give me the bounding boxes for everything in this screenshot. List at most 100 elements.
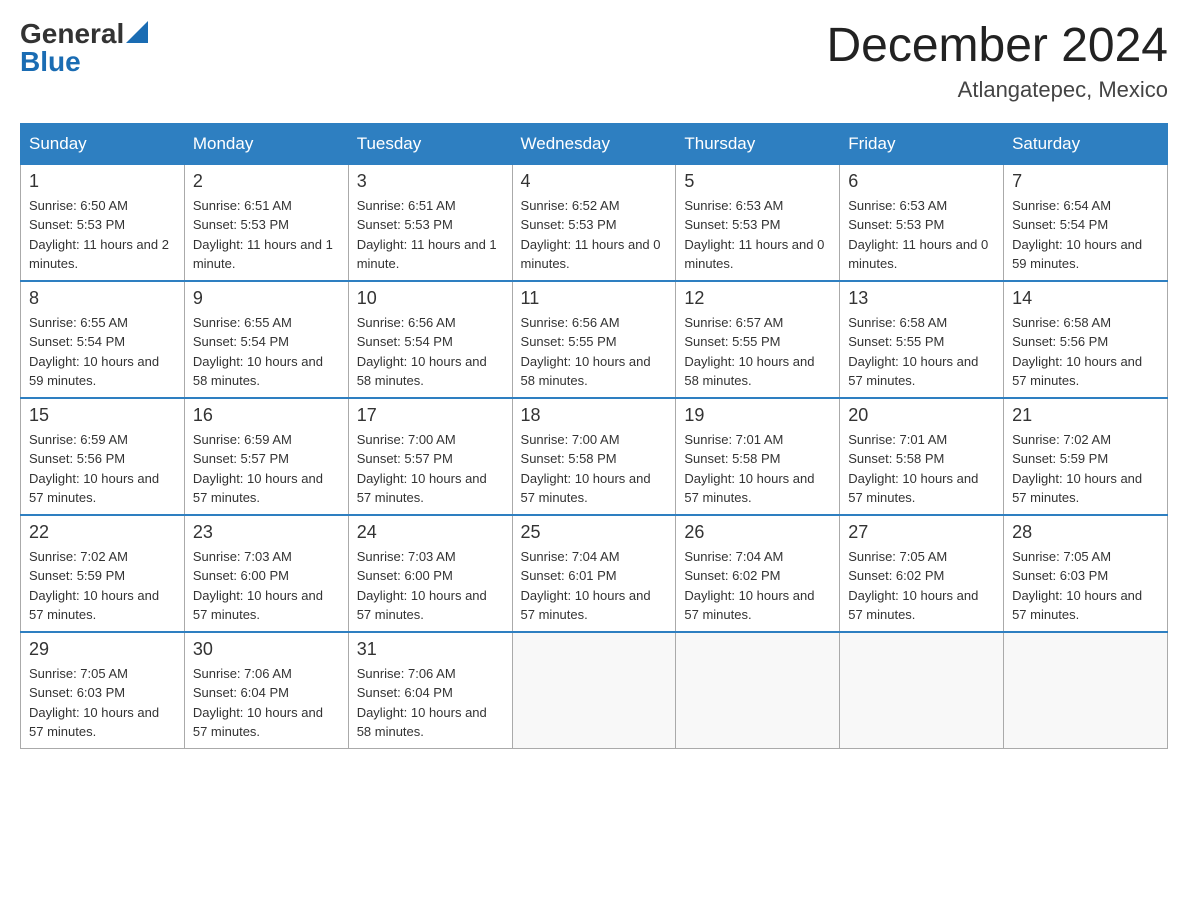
day-number: 19 [684,405,831,426]
calendar-cell: 4 Sunrise: 6:52 AMSunset: 5:53 PMDaylight… [512,164,676,281]
day-number: 28 [1012,522,1159,543]
day-number: 7 [1012,171,1159,192]
day-info: Sunrise: 6:58 AMSunset: 5:56 PMDaylight:… [1012,313,1159,391]
calendar-cell: 12 Sunrise: 6:57 AMSunset: 5:55 PMDayligh… [676,281,840,398]
calendar-cell: 29Sunrise: 7:05 AMSunset: 6:03 PMDayligh… [21,632,185,749]
day-number: 23 [193,522,340,543]
logo-blue: Blue [20,46,81,77]
day-info: Sunrise: 7:06 AMSunset: 6:04 PMDaylight:… [193,664,340,742]
day-info: Sunrise: 7:01 AMSunset: 5:58 PMDaylight:… [848,430,995,508]
calendar-cell: 3 Sunrise: 6:51 AMSunset: 5:53 PMDaylight… [348,164,512,281]
week-row-1: 1 Sunrise: 6:50 AMSunset: 5:53 PMDaylight… [21,164,1168,281]
day-number: 17 [357,405,504,426]
calendar-cell: 1 Sunrise: 6:50 AMSunset: 5:53 PMDaylight… [21,164,185,281]
calendar-cell: 18 Sunrise: 7:00 AMSunset: 5:58 PMDayligh… [512,398,676,515]
calendar-cell: 14 Sunrise: 6:58 AMSunset: 5:56 PMDayligh… [1004,281,1168,398]
calendar-cell: 16 Sunrise: 6:59 AMSunset: 5:57 PMDayligh… [184,398,348,515]
day-info: Sunrise: 6:54 AMSunset: 5:54 PMDaylight:… [1012,196,1159,274]
logo-arrow-icon [126,21,148,43]
day-info: Sunrise: 6:56 AMSunset: 5:55 PMDaylight:… [521,313,668,391]
day-info: Sunrise: 6:55 AMSunset: 5:54 PMDaylight:… [193,313,340,391]
day-info: Sunrise: 6:59 AMSunset: 5:57 PMDaylight:… [193,430,340,508]
day-header-wednesday: Wednesday [512,123,676,164]
day-info: Sunrise: 6:53 AMSunset: 5:53 PMDaylight:… [684,196,831,274]
week-row-5: 29Sunrise: 7:05 AMSunset: 6:03 PMDayligh… [21,632,1168,749]
calendar-cell: 2Sunrise: 6:51 AMSunset: 5:53 PMDaylight… [184,164,348,281]
day-number: 10 [357,288,504,309]
day-number: 11 [521,288,668,309]
calendar-cell: 5 Sunrise: 6:53 AMSunset: 5:53 PMDaylight… [676,164,840,281]
day-number: 31 [357,639,504,660]
calendar-cell: 19 Sunrise: 7:01 AMSunset: 5:58 PMDayligh… [676,398,840,515]
day-info: Sunrise: 6:59 AMSunset: 5:56 PMDaylight:… [29,430,176,508]
calendar-cell: 23 Sunrise: 7:03 AMSunset: 6:00 PMDayligh… [184,515,348,632]
day-number: 1 [29,171,176,192]
day-header-saturday: Saturday [1004,123,1168,164]
day-number: 22 [29,522,176,543]
calendar-cell: 15Sunrise: 6:59 AMSunset: 5:56 PMDayligh… [21,398,185,515]
day-info: Sunrise: 7:04 AMSunset: 6:01 PMDaylight:… [521,547,668,625]
page-header: General Blue December 2024 Atlangatepec,… [20,20,1168,103]
day-info: Sunrise: 7:04 AMSunset: 6:02 PMDaylight:… [684,547,831,625]
calendar-cell: 21 Sunrise: 7:02 AMSunset: 5:59 PMDayligh… [1004,398,1168,515]
calendar-cell: 9 Sunrise: 6:55 AMSunset: 5:54 PMDaylight… [184,281,348,398]
day-number: 6 [848,171,995,192]
day-info: Sunrise: 7:01 AMSunset: 5:58 PMDaylight:… [684,430,831,508]
calendar-cell: 26 Sunrise: 7:04 AMSunset: 6:02 PMDayligh… [676,515,840,632]
calendar-cell [840,632,1004,749]
day-info: Sunrise: 6:57 AMSunset: 5:55 PMDaylight:… [684,313,831,391]
day-number: 13 [848,288,995,309]
day-info: Sunrise: 7:00 AMSunset: 5:58 PMDaylight:… [521,430,668,508]
calendar-cell: 30 Sunrise: 7:06 AMSunset: 6:04 PMDayligh… [184,632,348,749]
day-info: Sunrise: 7:05 AMSunset: 6:03 PMDaylight:… [1012,547,1159,625]
calendar-cell: 27Sunrise: 7:05 AMSunset: 6:02 PMDayligh… [840,515,1004,632]
week-row-2: 8 Sunrise: 6:55 AMSunset: 5:54 PMDaylight… [21,281,1168,398]
calendar-cell: 8 Sunrise: 6:55 AMSunset: 5:54 PMDaylight… [21,281,185,398]
calendar-cell: 10Sunrise: 6:56 AMSunset: 5:54 PMDayligh… [348,281,512,398]
day-header-thursday: Thursday [676,123,840,164]
day-info: Sunrise: 6:58 AMSunset: 5:55 PMDaylight:… [848,313,995,391]
calendar-cell: 24Sunrise: 7:03 AMSunset: 6:00 PMDayligh… [348,515,512,632]
day-number: 3 [357,171,504,192]
day-info: Sunrise: 6:53 AMSunset: 5:53 PMDaylight:… [848,196,995,274]
day-number: 14 [1012,288,1159,309]
day-number: 29 [29,639,176,660]
day-info: Sunrise: 6:51 AMSunset: 5:53 PMDaylight:… [357,196,504,274]
day-number: 26 [684,522,831,543]
day-number: 21 [1012,405,1159,426]
calendar-cell: 6 Sunrise: 6:53 AMSunset: 5:53 PMDaylight… [840,164,1004,281]
day-header-tuesday: Tuesday [348,123,512,164]
calendar-cell: 17Sunrise: 7:00 AMSunset: 5:57 PMDayligh… [348,398,512,515]
calendar-cell: 11 Sunrise: 6:56 AMSunset: 5:55 PMDayligh… [512,281,676,398]
calendar-table: SundayMondayTuesdayWednesdayThursdayFrid… [20,123,1168,749]
day-info: Sunrise: 6:55 AMSunset: 5:54 PMDaylight:… [29,313,176,391]
day-number: 30 [193,639,340,660]
day-header-friday: Friday [840,123,1004,164]
week-row-3: 15Sunrise: 6:59 AMSunset: 5:56 PMDayligh… [21,398,1168,515]
day-number: 18 [521,405,668,426]
day-info: Sunrise: 7:02 AMSunset: 5:59 PMDaylight:… [1012,430,1159,508]
logo-general: General [20,20,124,48]
day-header-monday: Monday [184,123,348,164]
day-number: 2 [193,171,340,192]
day-info: Sunrise: 7:06 AMSunset: 6:04 PMDaylight:… [357,664,504,742]
month-title: December 2024 [826,20,1168,73]
calendar-cell [676,632,840,749]
day-number: 8 [29,288,176,309]
location-subtitle: Atlangatepec, Mexico [826,77,1168,103]
calendar-cell: 20Sunrise: 7:01 AMSunset: 5:58 PMDayligh… [840,398,1004,515]
calendar-cell [512,632,676,749]
day-number: 5 [684,171,831,192]
day-number: 12 [684,288,831,309]
day-number: 9 [193,288,340,309]
day-number: 16 [193,405,340,426]
day-header-row: SundayMondayTuesdayWednesdayThursdayFrid… [21,123,1168,164]
day-info: Sunrise: 7:03 AMSunset: 6:00 PMDaylight:… [193,547,340,625]
week-row-4: 22Sunrise: 7:02 AMSunset: 5:59 PMDayligh… [21,515,1168,632]
day-info: Sunrise: 6:52 AMSunset: 5:53 PMDaylight:… [521,196,668,274]
day-number: 4 [521,171,668,192]
logo: General Blue [20,20,148,76]
calendar-cell: 22Sunrise: 7:02 AMSunset: 5:59 PMDayligh… [21,515,185,632]
day-number: 25 [521,522,668,543]
day-info: Sunrise: 6:50 AMSunset: 5:53 PMDaylight:… [29,196,176,274]
